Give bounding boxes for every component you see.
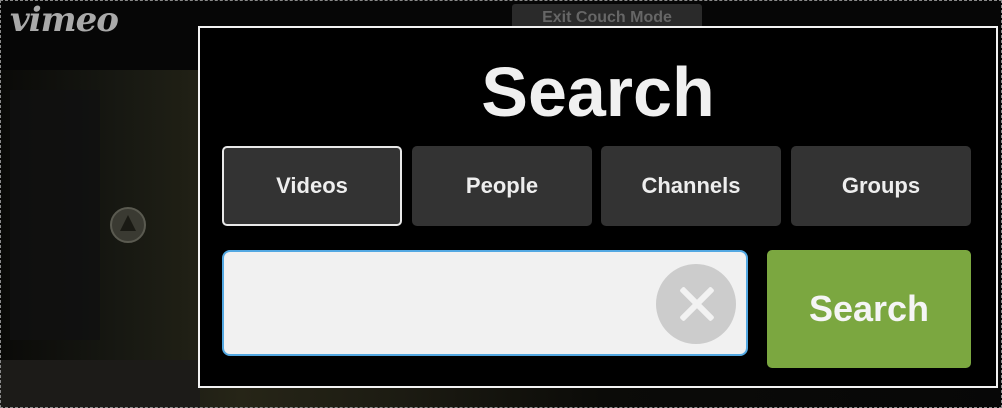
search-dialog: Search Videos People Channels Groups Sea… bbox=[198, 26, 998, 388]
tab-groups[interactable]: Groups bbox=[791, 146, 971, 226]
search-input[interactable] bbox=[236, 252, 640, 356]
tab-channels[interactable]: Channels bbox=[601, 146, 781, 226]
close-icon[interactable] bbox=[656, 264, 736, 344]
dialog-title: Search bbox=[481, 53, 715, 131]
background-video-shadow bbox=[10, 90, 100, 340]
tab-videos[interactable]: Videos bbox=[222, 146, 402, 226]
search-button[interactable]: Search bbox=[767, 250, 971, 368]
tab-people[interactable]: People bbox=[412, 146, 592, 226]
background-video-floor bbox=[0, 360, 200, 408]
search-field bbox=[222, 250, 748, 356]
couch-mode-screen: vimeo Exit Couch Mode Search Videos Peop… bbox=[0, 0, 1002, 408]
vimeo-logo[interactable]: vimeo bbox=[10, 0, 119, 40]
background-warning-sign-icon bbox=[110, 207, 146, 243]
